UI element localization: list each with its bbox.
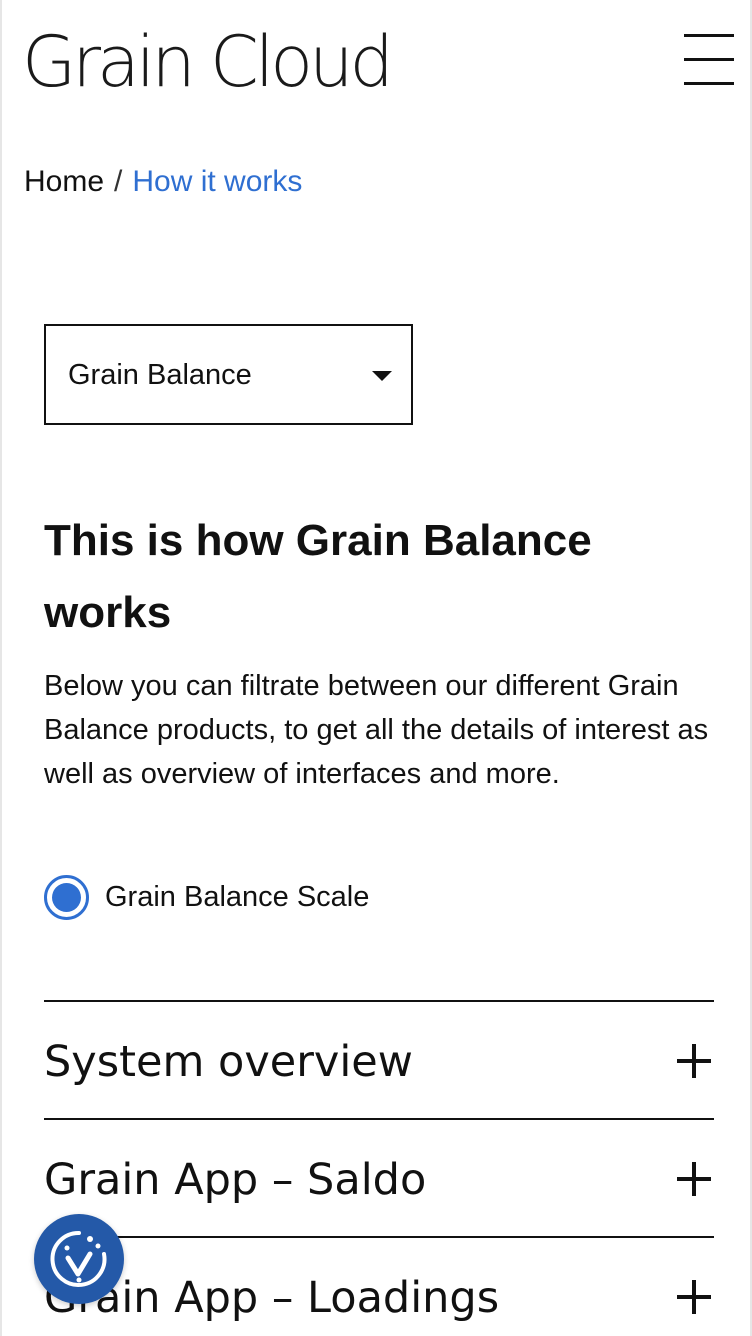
accordion-item-system-overview[interactable]: System overview — [44, 1000, 714, 1118]
breadcrumb: Home / How it works — [24, 162, 302, 202]
caret-down-icon — [372, 371, 392, 381]
page-frame: Grain Cloud Home / How it works Grain Bala… — [0, 0, 752, 1336]
radio-option-grain-balance-scale[interactable]: Grain Balance Scale — [44, 874, 369, 920]
menu-bar — [684, 82, 734, 85]
logo[interactable]: Grain Cloud — [22, 22, 394, 102]
plus-icon[interactable] — [677, 1044, 711, 1078]
intro-text: Below you can filtrate between our diffe… — [44, 670, 709, 790]
menu-bar — [684, 34, 734, 37]
cookie-consent-icon — [50, 1230, 107, 1287]
accordion-item-title: Grain App – Saldo — [44, 1155, 427, 1205]
menu-bar — [684, 58, 734, 61]
accordion-item-grain-app-saldo[interactable]: Grain App – Saldo — [44, 1118, 714, 1236]
radio-button-selected[interactable] — [44, 874, 89, 920]
hamburger-menu-icon[interactable] — [684, 34, 736, 86]
breadcrumb-home-link[interactable]: Home — [24, 165, 104, 198]
breadcrumb-separator: / — [114, 165, 123, 198]
accordion-item-grain-app-loadings[interactable]: Grain App – Loadings — [44, 1236, 714, 1336]
product-select-value: Grain Balance — [68, 359, 252, 391]
plus-icon[interactable] — [677, 1162, 711, 1196]
cookie-consent-button[interactable] — [34, 1214, 124, 1304]
accordion: System overview Grain App – Saldo Grain … — [44, 1000, 714, 1336]
page-heading: This is how Grain Balance works — [44, 516, 592, 637]
accordion-item-title: System overview — [44, 1037, 413, 1087]
radio-option-label: Grain Balance Scale — [105, 881, 370, 913]
product-select[interactable]: Grain Balance — [44, 324, 413, 425]
plus-icon[interactable] — [677, 1280, 711, 1314]
breadcrumb-current-link[interactable]: How it works — [132, 165, 302, 198]
